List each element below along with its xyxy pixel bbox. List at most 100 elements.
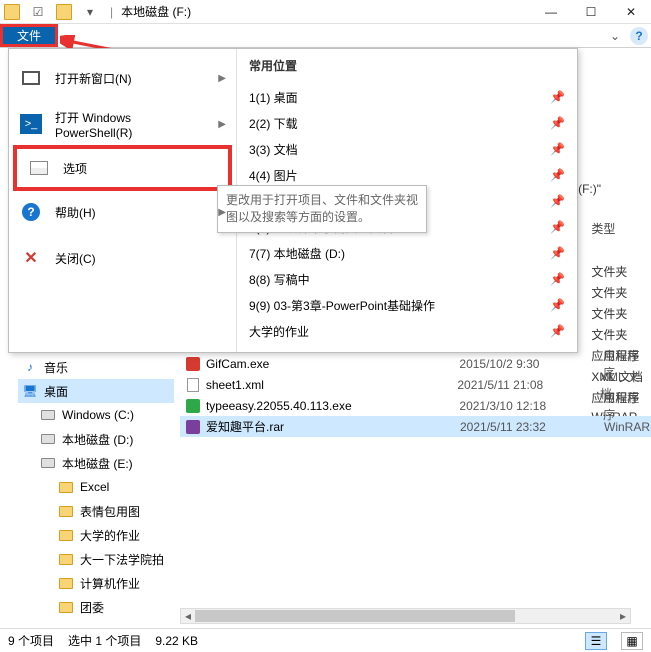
pin-icon[interactable]: 📌 [550,142,565,156]
file-name: sheet1.xml [206,378,458,392]
close-button[interactable]: ✕ [611,0,651,24]
menu-label: 选项 [63,160,218,177]
file-icon [184,355,202,373]
pin-icon[interactable]: 📌 [550,194,565,208]
file-type: WinRAR [604,420,650,434]
frequent-label: 大学的作业 [249,323,550,340]
menu-item-help[interactable]: ? 帮助(H) ▶ [9,189,236,235]
file-type: 应用程序 [603,389,651,423]
tree-label: 音乐 [44,359,68,376]
tree-item[interactable]: 表情包用图 [18,499,174,523]
frequent-item[interactable]: 3(3) 文档📌 [249,136,565,162]
file-name: GifCam.exe [206,357,459,371]
tree-label: 桌面 [44,383,68,400]
tree-item[interactable]: Excel [18,475,174,499]
file-row[interactable]: GifCam.exe2015/10/2 9:30应用程序 [180,353,651,374]
folder-icon [58,551,74,567]
tree-item[interactable]: Windows (C:) [18,403,174,427]
new-window-icon [19,66,43,90]
tree-item[interactable]: 大学的作业 [18,523,174,547]
menu-label: 帮助(H) [55,204,206,221]
view-icons-button[interactable]: ▦ [621,632,643,650]
folder-icon [58,527,74,543]
tree-item[interactable]: 团委 [18,595,174,619]
file-date: 2021/3/10 12:18 [459,399,603,413]
options-icon [27,156,51,180]
frequent-item[interactable]: 7(7) 本地磁盘 (D:)📌 [249,240,565,266]
pin-icon[interactable]: 📌 [550,324,565,338]
type-cell: 文件夹 [591,284,643,305]
file-row[interactable]: 爱知趣平台.rar2021/5/11 23:32WinRAR [180,416,651,437]
menu-label: 打开 Windows PowerShell(R) [55,109,206,140]
tree-item[interactable]: 🖥桌面 [18,379,174,403]
file-row[interactable]: typeeasy.22055.40.113.exe2021/3/10 12:18… [180,395,651,416]
frequent-label: 2(2) 下载 [249,115,550,132]
tree-label: 团委 [80,599,104,616]
tree-label: Windows (C:) [62,408,134,422]
folder-icon [4,4,20,20]
frequent-item[interactable]: 1(1) 桌面📌 [249,84,565,110]
file-row[interactable]: sheet1.xml2021/5/11 21:08XML 文档 [180,374,651,395]
pin-icon[interactable]: 📌 [550,220,565,234]
view-details-button[interactable]: ☰ [585,632,607,650]
status-item-count: 9 个项目 [8,632,54,649]
close-menu-icon: ✕ [19,246,43,270]
tree-item[interactable]: 本地磁盘 (E:) [18,451,174,475]
frequent-item[interactable]: 8(8) 写稿中📌 [249,266,565,292]
disk-icon [40,431,56,447]
scrollbar-thumb[interactable] [195,610,515,622]
menu-item-powershell[interactable]: >_ 打开 Windows PowerShell(R) ▶ [9,101,236,147]
options-tooltip: 更改用于打开项目、文件和文件夹视图以及搜索等方面的设置。 [217,185,427,233]
column-header-type[interactable]: 类型 [591,220,643,241]
folder-icon [58,503,74,519]
checkbox-icon[interactable]: ☑ [30,4,46,20]
menu-item-new-window[interactable]: 打开新窗口(N) ▶ [9,55,236,101]
folder-icon [58,599,74,615]
tree-item[interactable]: 本地磁盘 (D:) [18,427,174,451]
type-column: 类型 文件夹文件夹文件夹文件夹应用程序XML 文档应用程序WinRAR [591,180,643,284]
tree-item[interactable]: 大一下法学院拍 [18,547,174,571]
tree-label: 计算机作业 [80,575,140,592]
pin-icon[interactable]: 📌 [550,298,565,312]
pin-icon[interactable]: 📌 [550,90,565,104]
frequent-label: 7(7) 本地磁盘 (D:) [249,245,550,262]
tree-label: 大学的作业 [80,527,140,544]
help-icon[interactable]: ? [630,27,648,45]
frequent-item[interactable]: 2(2) 下载📌 [249,110,565,136]
frequent-item[interactable]: 9(9) 03-第3章-PowerPoint基础操作📌 [249,292,565,318]
menu-item-close[interactable]: ✕ 关闭(C) [9,235,236,281]
pin-icon[interactable]: 📌 [550,168,565,182]
scroll-right-icon[interactable]: ▸ [616,609,630,623]
folder-small-icon [56,4,72,20]
menu-label: 打开新窗口(N) [55,70,206,87]
pin-icon[interactable]: 📌 [550,116,565,130]
horizontal-scrollbar[interactable]: ◂ ▸ [180,608,631,624]
status-selection: 选中 1 个项目 [68,632,141,649]
menu-item-options[interactable]: 选项 更改用于打开项目、文件和文件夹视图以及搜索等方面的设置。 [13,145,232,191]
frequent-label: 4(4) 图片 [249,167,550,184]
file-name: typeeasy.22055.40.113.exe [206,399,459,413]
minimize-button[interactable]: — [531,0,571,24]
file-menu-button[interactable]: 文件 [0,24,58,47]
type-cell: 文件夹 [591,305,643,326]
help-menu-icon: ? [19,200,43,224]
folder-icon [58,479,74,495]
scroll-left-icon[interactable]: ◂ [181,609,195,623]
frequent-item[interactable]: 大学的作业📌 [249,318,565,344]
frequent-header: 常用位置 [249,57,565,74]
tree-item[interactable]: ♪音乐 [18,355,174,379]
pin-icon[interactable]: 📌 [550,246,565,260]
frequent-label: 9(9) 03-第3章-PowerPoint基础操作 [249,297,550,314]
file-list: GifCam.exe2015/10/2 9:30应用程序sheet1.xml20… [180,353,651,437]
tree-label: 大一下法学院拍 [80,551,164,568]
ribbon-collapse-icon[interactable]: ⌄ [603,24,627,47]
pin-icon[interactable]: 📌 [550,272,565,286]
maximize-button[interactable]: ☐ [571,0,611,24]
tree-item[interactable]: 计算机作业 [18,571,174,595]
titlebar: ☑ ▾ | 本地磁盘 (F:) — ☐ ✕ [0,0,651,24]
folder-icon [58,575,74,591]
qat-dropdown-icon[interactable]: ▾ [82,4,98,20]
tree-label: Excel [80,480,109,494]
disk-icon [40,407,56,423]
tree-label: 本地磁盘 (E:) [62,455,133,472]
